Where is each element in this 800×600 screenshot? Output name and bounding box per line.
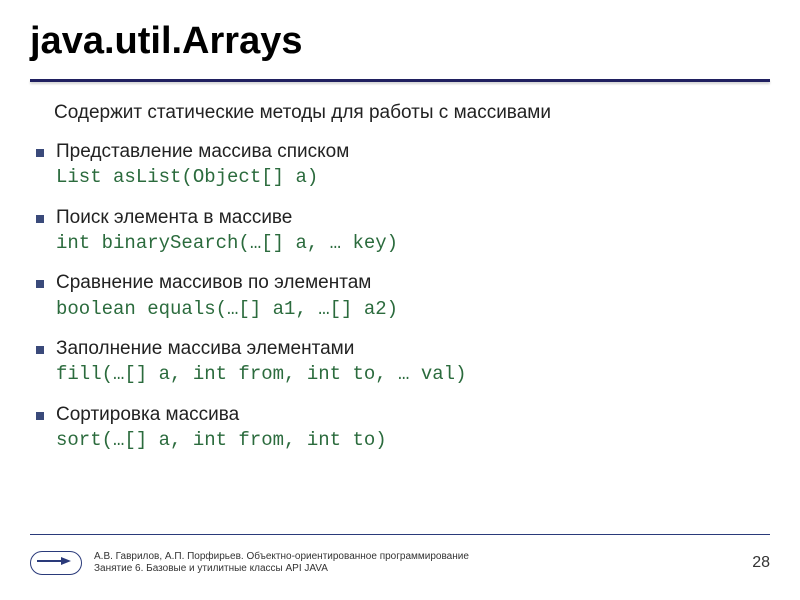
footer-rule <box>30 534 770 535</box>
item-code: int binarySearch(…[] a, … key) <box>56 231 770 255</box>
intro-text: Содержит статические методы для работы с… <box>54 102 770 124</box>
list-item: Представление массива списком List asLis… <box>32 140 770 190</box>
slide: java.util.Arrays Содержит статические ме… <box>0 0 800 600</box>
footer-text: А.В. Гаврилов, А.П. Порфирьев. Объектно-… <box>94 551 740 576</box>
list-item: Сортировка массива sort(…[] a, int from,… <box>32 403 770 453</box>
footer-line2: Занятие 6. Базовые и утилитные классы AP… <box>94 563 740 576</box>
item-code: List asList(Object[] a) <box>56 165 770 189</box>
item-desc: Представление массива списком <box>56 141 349 162</box>
item-desc: Поиск элемента в массиве <box>56 207 292 228</box>
list-item: Сравнение массивов по элементам boolean … <box>32 271 770 321</box>
list-item: Поиск элемента в массиве int binarySearc… <box>32 206 770 256</box>
item-code: fill(…[] a, int from, int to, … val) <box>56 362 770 386</box>
arrow-logo-icon <box>30 551 82 575</box>
item-code: sort(…[] a, int from, int to) <box>56 428 770 452</box>
item-desc: Заполнение массива элементами <box>56 338 354 359</box>
page-number: 28 <box>752 554 770 572</box>
list-item: Заполнение массива элементами fill(…[] a… <box>32 337 770 387</box>
footer-line1: А.В. Гаврилов, А.П. Порфирьев. Объектно-… <box>94 551 740 564</box>
title-rule <box>30 79 770 82</box>
slide-title: java.util.Arrays <box>30 20 770 63</box>
item-code: boolean equals(…[] a1, …[] a2) <box>56 297 770 321</box>
item-desc: Сравнение массивов по элементам <box>56 272 371 293</box>
footer: А.В. Гаврилов, А.П. Порфирьев. Объектно-… <box>0 540 800 586</box>
bullet-list: Представление массива списком List asLis… <box>30 140 770 452</box>
item-desc: Сортировка массива <box>56 404 239 425</box>
